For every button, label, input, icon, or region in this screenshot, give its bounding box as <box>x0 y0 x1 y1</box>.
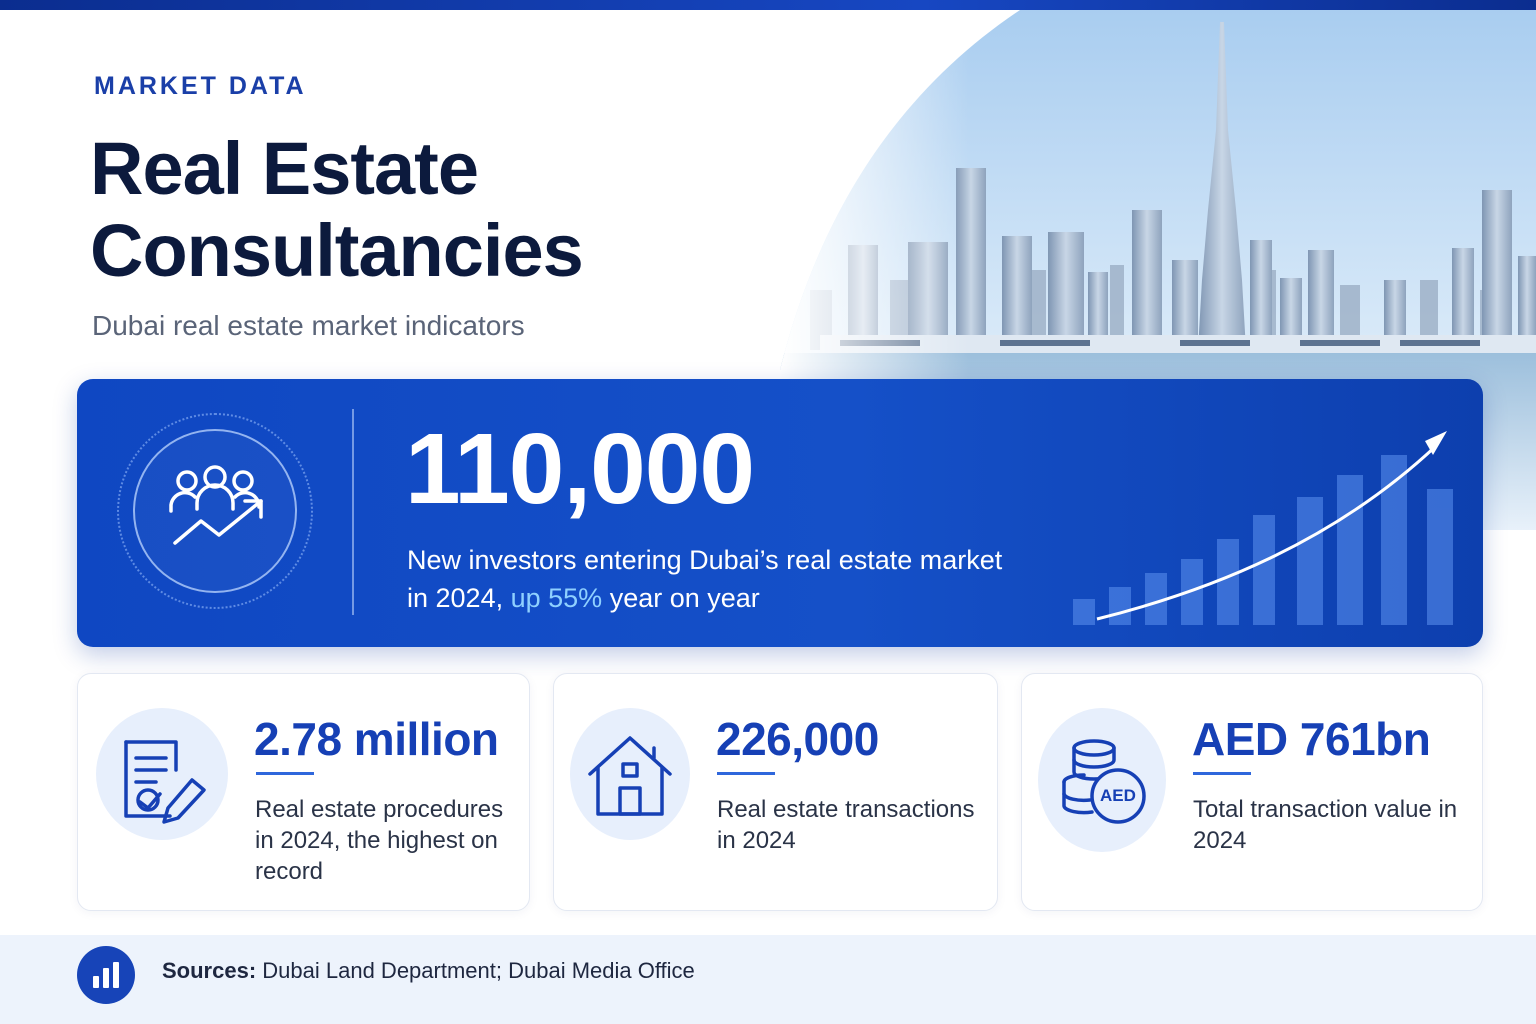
stat-description: Real estate procedures in 2024, the high… <box>255 796 504 885</box>
sources-list: Dubai Land Department; Dubai Media Offic… <box>262 958 695 983</box>
house-icon <box>570 708 690 840</box>
stat-description: Total transaction value in 2024 <box>1193 796 1458 854</box>
hero-divider <box>352 409 354 615</box>
stat-card-procedures: 2.78 million Real estate procedures in 2… <box>77 673 530 911</box>
sources-footer: Sources: Dubai Land Department; Dubai Me… <box>0 935 1536 1024</box>
hero-desc-highlight: up 55% <box>510 583 603 613</box>
stat-rule <box>256 772 314 775</box>
stat-rule <box>717 772 775 775</box>
stat-card-value: AED AED 761bn Total transaction value in… <box>1021 673 1483 911</box>
title-line-1: Real Estate <box>90 127 479 210</box>
page-title: Real Estate Consultancies <box>90 128 790 292</box>
stat-card-transactions: 226,000 Real estate transactions in 2024 <box>553 673 998 911</box>
document-signature-icon <box>96 708 228 840</box>
stat-value: AED 761bn <box>1192 713 1431 765</box>
investors-growth-icon <box>133 429 297 593</box>
sources-text: Sources: Dubai Land Department; Dubai Me… <box>162 958 695 984</box>
hero-desc-part2: year on year <box>609 583 760 613</box>
stat-description: Real estate transactions in 2024 <box>717 796 975 854</box>
bar-chart-icon <box>77 946 135 1004</box>
sources-label: Sources: <box>162 958 257 983</box>
aed-label: AED <box>1100 786 1136 805</box>
rising-bars-arrow-icon <box>1037 419 1457 644</box>
hero-description: New investors entering Dubai’s real esta… <box>407 541 1007 617</box>
page-subtitle: Dubai real estate market indicators <box>92 310 525 341</box>
aed-coins-icon: AED <box>1038 708 1166 852</box>
stat-value: 2.78 million <box>254 713 499 765</box>
hero-stat-card: 110,000 New investors entering Dubai’s r… <box>77 379 1483 647</box>
title-line-2: Consultancies <box>90 209 584 292</box>
top-accent-bar <box>0 0 1536 10</box>
section-eyebrow: MARKET DATA <box>94 72 307 100</box>
stat-value: 226,000 <box>716 713 879 765</box>
stat-rule <box>1193 772 1251 775</box>
hero-value: 110,000 <box>405 413 755 525</box>
